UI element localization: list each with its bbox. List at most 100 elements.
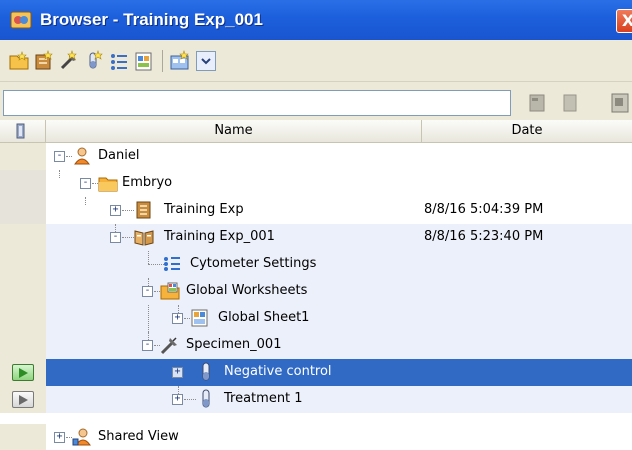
- worksheet-folder-icon: [160, 281, 180, 301]
- tree-item-label: Global Worksheets: [186, 283, 308, 298]
- folder-icon: [98, 173, 118, 193]
- tree-row-body: - Embryo: [46, 170, 632, 197]
- tree-row-selected[interactable]: + Negative control: [0, 359, 632, 386]
- tree-connector: [148, 305, 149, 332]
- close-button[interactable]: X: [616, 9, 632, 33]
- window-title: Browser - Training Exp_001: [40, 10, 263, 29]
- tree-row[interactable]: - Specimen_001: [0, 332, 632, 359]
- row-gutter: [0, 424, 46, 450]
- expand-toggle[interactable]: +: [172, 394, 183, 405]
- cytometer-settings-icon: [162, 254, 182, 274]
- filter-icon[interactable]: [528, 92, 548, 114]
- toolbar-separator: [162, 49, 163, 72]
- chevron-down-icon: [201, 57, 211, 64]
- toolbar-dropdown-button[interactable]: [196, 50, 216, 71]
- acquisition-pointer-button[interactable]: [12, 391, 34, 408]
- tree-item-label: Global Sheet1: [218, 310, 310, 325]
- browser-app-icon: [10, 10, 32, 30]
- shared-user-icon: [72, 427, 92, 447]
- row-gutter: [0, 224, 46, 251]
- tree-connector: [122, 237, 134, 238]
- row-gutter: [0, 278, 46, 305]
- tree-row[interactable]: - Training Exp_001 8/8/16 5:23:40 PM: [0, 224, 632, 251]
- expand-toggle[interactable]: +: [54, 432, 65, 443]
- tree-row[interactable]: - Daniel: [0, 143, 632, 170]
- tree-row-body: + Shared View: [46, 424, 632, 450]
- tree-item-label: Embryo: [122, 175, 173, 190]
- tree-row[interactable]: + Treatment 1: [0, 386, 632, 413]
- new-tube-icon[interactable]: [83, 49, 105, 72]
- row-gutter: [0, 251, 46, 278]
- tree-row[interactable]: - Global Worksheets: [0, 278, 632, 305]
- tree-row-body: - Global Worksheets: [46, 278, 632, 305]
- tree-row[interactable]: Cytometer Settings: [0, 251, 632, 278]
- tree-row[interactable]: + Shared View: [0, 424, 632, 450]
- tree-row-body: + Negative control: [46, 359, 632, 386]
- tree-row-body: - Training Exp_001 8/8/16 5:23:40 PM: [46, 224, 632, 251]
- expand-toggle[interactable]: +: [110, 205, 121, 216]
- collapse-toggle[interactable]: -: [80, 178, 91, 189]
- tree-item-label: Specimen_001: [186, 337, 282, 352]
- row-gutter: [0, 359, 46, 386]
- toolbar: [0, 40, 632, 82]
- new-specimen-icon[interactable]: [58, 49, 80, 72]
- column-header: Name Date: [0, 120, 632, 143]
- row-gutter: [0, 386, 46, 413]
- tree-connector: [122, 210, 134, 211]
- status-column-header[interactable]: [0, 120, 46, 143]
- date-column-header[interactable]: Date: [422, 120, 632, 143]
- play-arrow-icon: [19, 395, 28, 405]
- tree-item-label: Daniel: [98, 148, 140, 163]
- expand-toggle[interactable]: +: [172, 313, 183, 324]
- user-icon: [72, 146, 92, 166]
- tree-connector: [59, 170, 60, 178]
- tree-row[interactable]: + Training Exp 8/8/16 5:04:39 PM: [0, 197, 632, 224]
- acquisition-pointer-button[interactable]: [12, 364, 34, 381]
- tree-item-label: Training Exp_001: [164, 229, 275, 244]
- expand-panel-icon[interactable]: [610, 92, 630, 114]
- tree-item-date: 8/8/16 5:04:39 PM: [424, 202, 544, 217]
- collapse-toggle[interactable]: -: [110, 232, 121, 243]
- tree-row-body: + Training Exp 8/8/16 5:04:39 PM: [46, 197, 632, 224]
- tree-item-date: 8/8/16 5:23:40 PM: [424, 229, 544, 244]
- collapse-toggle[interactable]: -: [142, 286, 153, 297]
- tree-item-label: Treatment 1: [224, 391, 303, 406]
- browser-tree: - Daniel - Embryo + Training Exp 8/8/16 …: [0, 143, 632, 450]
- column-chooser-icon: [16, 123, 25, 139]
- new-settings-icon[interactable]: [108, 50, 130, 72]
- tree-row[interactable]: + Global Sheet1: [0, 305, 632, 332]
- tree-row-body: + Treatment 1: [46, 386, 632, 413]
- row-gutter: [0, 197, 46, 224]
- tree-row-body: + Global Sheet1: [46, 305, 632, 332]
- tube-icon: [196, 389, 216, 409]
- new-global-worksheet-icon[interactable]: [169, 49, 191, 72]
- global-sheet-icon: [190, 308, 210, 328]
- tree-row[interactable]: - Embryo: [0, 170, 632, 197]
- specimen-icon: [160, 335, 180, 355]
- new-experiment-icon[interactable]: [33, 49, 55, 72]
- experiment-icon: [134, 200, 154, 220]
- tree-item-label: Cytometer Settings: [190, 256, 317, 271]
- new-worksheet-icon[interactable]: [133, 50, 155, 72]
- tube-icon: [196, 362, 216, 382]
- tree-item-label: Negative control: [224, 364, 332, 379]
- search-input[interactable]: [3, 90, 511, 116]
- tree-connector: [85, 197, 86, 205]
- tree-row-body: - Specimen_001: [46, 332, 632, 359]
- open-experiment-icon: [134, 227, 154, 247]
- title-bar[interactable]: Browser - Training Exp_001 X: [0, 0, 632, 40]
- row-gutter: [0, 143, 46, 170]
- tree-item-label: Training Exp: [164, 202, 244, 217]
- tree-connector: [148, 251, 149, 264]
- name-column-header[interactable]: Name: [46, 120, 422, 143]
- row-gutter: [0, 305, 46, 332]
- new-folder-icon[interactable]: [8, 50, 30, 72]
- collapse-toggle[interactable]: -: [142, 340, 153, 351]
- collapse-icon[interactable]: [560, 92, 580, 114]
- row-gutter: [0, 332, 46, 359]
- expand-toggle[interactable]: +: [172, 367, 183, 378]
- tree-item-label: Shared View: [98, 429, 179, 444]
- collapse-toggle[interactable]: -: [54, 151, 65, 162]
- tree-connector: [184, 399, 196, 400]
- search-row: [0, 82, 632, 120]
